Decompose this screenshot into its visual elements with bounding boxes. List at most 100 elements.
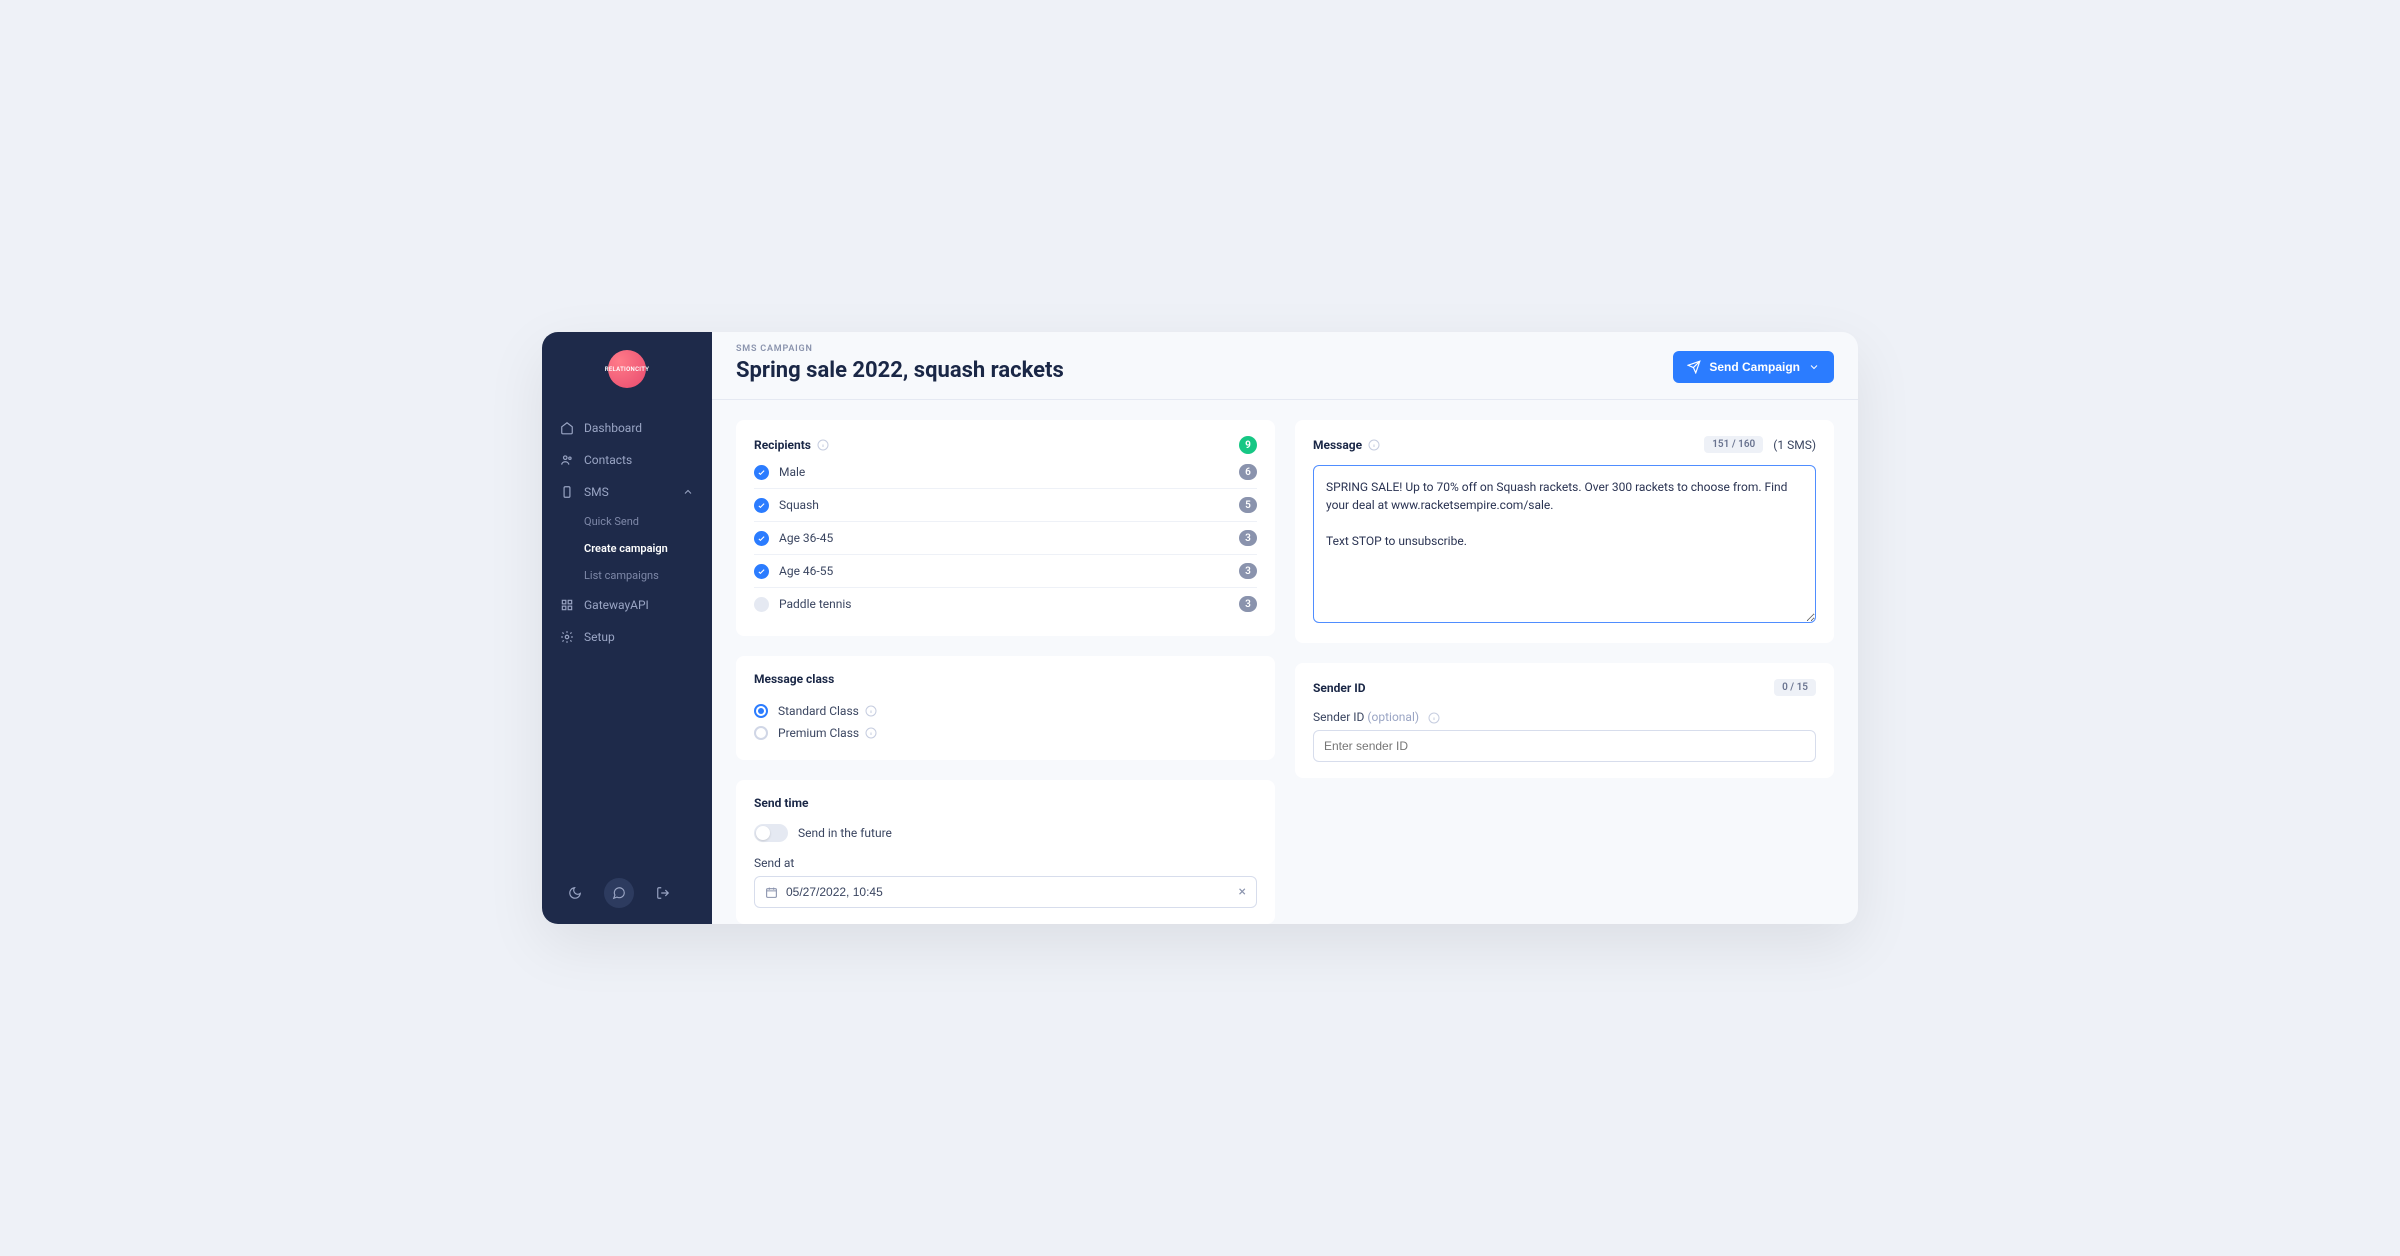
nav: Dashboard Contacts SMS Quick Send Creat xyxy=(542,412,712,878)
recipient-count: 6 xyxy=(1239,464,1257,480)
check-icon xyxy=(754,564,769,579)
logout-button[interactable] xyxy=(648,878,678,908)
recipient-row[interactable]: Squash 5 xyxy=(754,488,1257,521)
calendar-icon xyxy=(765,886,778,899)
nav-setup[interactable]: Setup xyxy=(542,621,712,653)
info-icon[interactable] xyxy=(1428,712,1440,724)
sms-count: (1 SMS) xyxy=(1773,438,1816,452)
message-textarea[interactable] xyxy=(1313,465,1816,623)
recipient-label: Squash xyxy=(779,498,819,512)
sidebar: RELATIONCITY Dashboard Contacts SMS xyxy=(542,332,712,924)
help-button[interactable] xyxy=(604,878,634,908)
radio-standard[interactable]: Standard Class xyxy=(754,700,1257,722)
moon-icon xyxy=(568,886,582,900)
sender-id-card: Sender ID 0 / 15 Sender ID (optional) xyxy=(1295,663,1834,778)
nav-create-campaign[interactable]: Create campaign xyxy=(542,535,712,562)
send-button-label: Send Campaign xyxy=(1709,360,1800,374)
info-icon[interactable] xyxy=(865,727,877,739)
grid-icon xyxy=(560,598,574,612)
clear-icon[interactable]: × xyxy=(1239,885,1246,899)
send-at-label: Send at xyxy=(754,856,1257,870)
nav-label: SMS xyxy=(584,485,609,499)
radio-premium[interactable]: Premium Class xyxy=(754,722,1257,744)
sender-counter: 0 / 15 xyxy=(1774,679,1816,696)
sender-meta: 0 / 15 xyxy=(1774,679,1816,696)
card-head: Message class xyxy=(754,672,1257,686)
gear-icon xyxy=(560,630,574,644)
main: SMS CAMPAIGN Spring sale 2022, squash ra… xyxy=(712,332,1858,924)
sender-id-label-text: Sender ID xyxy=(1313,710,1364,724)
content-grid: Recipients 9 Male 6 xyxy=(712,400,1858,924)
recipient-row[interactable]: Age 46-55 3 xyxy=(754,554,1257,587)
radio-label: Standard Class xyxy=(778,704,859,718)
radio-icon xyxy=(754,704,768,718)
info-icon[interactable] xyxy=(817,439,829,451)
nav-label: Contacts xyxy=(584,453,632,467)
nav-quick-send[interactable]: Quick Send xyxy=(542,508,712,535)
page-title: Spring sale 2022, squash rackets xyxy=(736,358,1673,383)
optional-hint: (optional) xyxy=(1367,710,1419,724)
recipient-label: Paddle tennis xyxy=(779,597,851,611)
nav-label: Setup xyxy=(584,630,615,644)
recipient-row[interactable]: Paddle tennis 3 xyxy=(754,587,1257,620)
nav-label: GatewayAPI xyxy=(584,598,649,612)
recipient-label: Male xyxy=(779,465,805,479)
right-column: Message 151 / 160 (1 SMS) Sender xyxy=(1295,420,1834,924)
app-window: RELATIONCITY Dashboard Contacts SMS xyxy=(542,332,1858,924)
header-left: SMS CAMPAIGN Spring sale 2022, squash ra… xyxy=(736,344,1673,383)
left-column: Recipients 9 Male 6 xyxy=(736,420,1275,924)
nav-list-campaigns[interactable]: List campaigns xyxy=(542,562,712,589)
card-head: Sender ID 0 / 15 xyxy=(1313,679,1816,696)
sender-id-input-wrap[interactable] xyxy=(1313,730,1816,762)
nav-contacts[interactable]: Contacts xyxy=(542,444,712,476)
theme-toggle-button[interactable] xyxy=(560,878,590,908)
info-icon[interactable] xyxy=(865,705,877,717)
message-class-title: Message class xyxy=(754,672,834,686)
toggle-label: Send in the future xyxy=(798,826,892,840)
nav-dashboard[interactable]: Dashboard xyxy=(542,412,712,444)
send-future-toggle[interactable] xyxy=(754,824,788,842)
nav-sms[interactable]: SMS xyxy=(542,476,712,508)
radio-label: Premium Class xyxy=(778,726,859,740)
message-meta: 151 / 160 (1 SMS) xyxy=(1704,436,1816,453)
sender-id-title: Sender ID xyxy=(1313,681,1366,695)
card-head: Recipients 9 xyxy=(754,436,1257,454)
recipient-label: Age 36-45 xyxy=(779,531,833,545)
recipient-row[interactable]: Age 36-45 3 xyxy=(754,521,1257,554)
brand-logo: RELATIONCITY xyxy=(608,350,646,388)
message-card: Message 151 / 160 (1 SMS) xyxy=(1295,420,1834,643)
sender-id-input[interactable] xyxy=(1324,739,1805,753)
recipient-count: 3 xyxy=(1239,530,1257,546)
info-icon[interactable] xyxy=(1368,439,1380,451)
recipient-count: 3 xyxy=(1239,563,1257,579)
send-future-toggle-row: Send in the future xyxy=(754,824,1257,842)
page-header: SMS CAMPAIGN Spring sale 2022, squash ra… xyxy=(712,332,1858,400)
recipient-count: 5 xyxy=(1239,497,1257,513)
chevron-down-icon xyxy=(1808,361,1820,373)
recipients-title: Recipients xyxy=(754,438,811,452)
send-at-field[interactable] xyxy=(786,885,1231,899)
check-icon xyxy=(754,531,769,546)
phone-icon xyxy=(560,485,574,499)
message-title: Message xyxy=(1313,438,1362,452)
card-head: Send time xyxy=(754,796,1257,810)
recipient-count: 3 xyxy=(1239,596,1257,612)
check-icon xyxy=(754,597,769,612)
card-head: Message 151 / 160 (1 SMS) xyxy=(1313,436,1816,453)
users-icon xyxy=(560,453,574,467)
recipients-card: Recipients 9 Male 6 xyxy=(736,420,1275,636)
home-icon xyxy=(560,421,574,435)
breadcrumb: SMS CAMPAIGN xyxy=(736,344,1673,354)
logout-icon xyxy=(656,886,670,900)
nav-gatewayapi[interactable]: GatewayAPI xyxy=(542,589,712,621)
recipient-row[interactable]: Male 6 xyxy=(754,460,1257,488)
send-icon xyxy=(1687,360,1701,374)
message-class-card: Message class Standard Class Premium Cla… xyxy=(736,656,1275,760)
send-at-input[interactable]: × xyxy=(754,876,1257,908)
char-counter: 151 / 160 xyxy=(1704,436,1763,453)
chat-icon xyxy=(612,886,626,900)
nav-label: Dashboard xyxy=(584,421,642,435)
send-campaign-button[interactable]: Send Campaign xyxy=(1673,351,1834,383)
recipient-list: Male 6 Squash 5 Age 36-45 3 xyxy=(754,460,1257,620)
recipients-total-badge: 9 xyxy=(1239,436,1257,454)
